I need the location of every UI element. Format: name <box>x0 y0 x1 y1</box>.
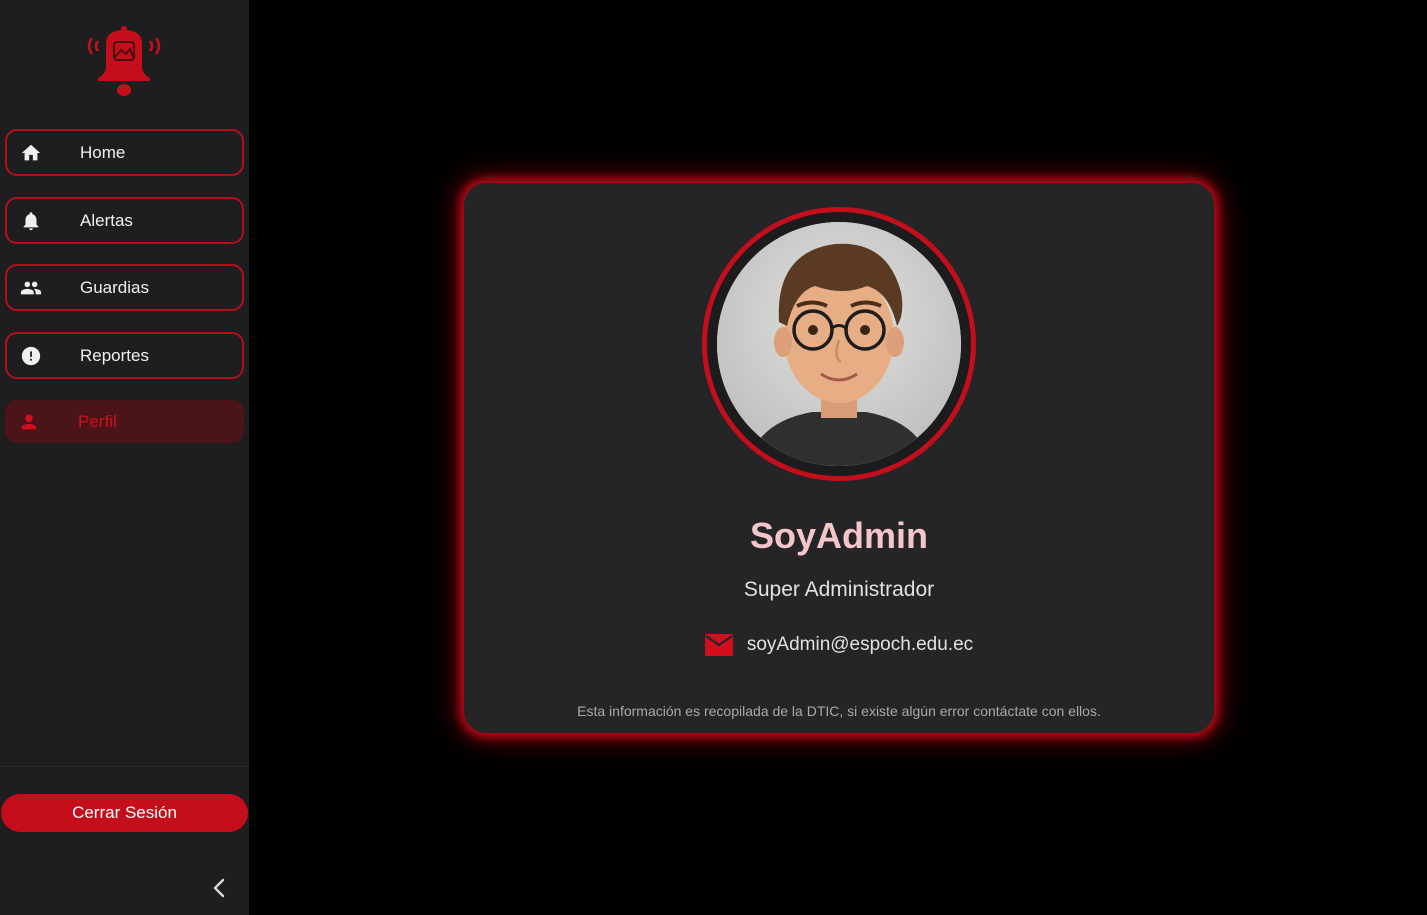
mail-icon <box>704 634 733 656</box>
sidebar-item-label: Guardias <box>80 277 149 297</box>
people-icon <box>20 277 42 299</box>
sidebar-item-label: Home <box>80 142 126 162</box>
sidebar-item-perfil[interactable]: Perfil <box>5 400 244 443</box>
profile-username: SoyAdmin <box>749 515 928 556</box>
profile-card: SoyAdmin Super Administrador soyAdmin@es… <box>464 183 1214 733</box>
profile-email: soyAdmin@espoch.edu.ec <box>746 634 974 655</box>
profile-role: Super Administrador <box>743 578 935 601</box>
sidebar-item-alertas[interactable]: Alertas <box>5 197 244 244</box>
avatar <box>717 222 961 466</box>
avatar-frame <box>702 207 976 481</box>
person-icon <box>18 411 40 433</box>
alarm-bell-logo <box>87 26 161 96</box>
sidebar-item-label: Reportes <box>80 345 149 365</box>
alert-circle-icon <box>20 345 42 367</box>
info-note: Esta información es recopilada de la DTI… <box>577 703 1101 719</box>
logout-button[interactable]: Cerrar Sesión <box>1 794 248 832</box>
home-icon <box>20 142 42 164</box>
profile-email-row: soyAdmin@espoch.edu.ec <box>464 634 1214 656</box>
sidebar-divider <box>0 766 249 767</box>
sidebar-item-label: Perfil <box>78 411 117 431</box>
sidebar-item-reportes[interactable]: Reportes <box>5 332 244 379</box>
chevron-left-icon[interactable] <box>208 876 232 900</box>
bell-icon <box>20 210 42 232</box>
sidebar-item-guardias[interactable]: Guardias <box>5 264 244 311</box>
sidebar-item-home[interactable]: Home <box>5 129 244 176</box>
sidebar-item-label: Alertas <box>80 210 133 230</box>
sidebar: Home Alertas Guardias Reportes Perfil Ce… <box>0 0 249 915</box>
